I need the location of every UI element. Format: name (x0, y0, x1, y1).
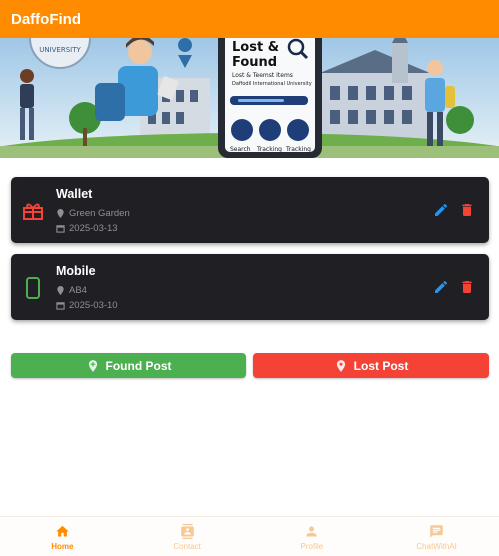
banner-subtitle-1: Lost & Teemst Items (232, 72, 293, 79)
bottom-navigation: Home Contact Profile ChatWithAI (0, 516, 499, 556)
nav-item-contact[interactable]: Contact (125, 517, 250, 556)
banner-feature-3: Tracking (285, 146, 311, 153)
nav-label-profile: Profile (300, 542, 324, 551)
nav-item-chat[interactable]: ChatWithAI (374, 517, 499, 556)
calendar-icon (56, 302, 65, 310)
post-title: Wallet (56, 187, 93, 201)
delete-icon[interactable] (459, 279, 475, 295)
nav-label-chat: ChatWithAI (416, 542, 457, 551)
gift-icon (23, 203, 43, 220)
banner-illustration: UNIVERSITY Lost & Found Lost & Teemst It… (0, 38, 499, 158)
nav-label-home: Home (51, 542, 74, 551)
add-location-icon (88, 359, 97, 372)
edit-icon[interactable] (433, 279, 449, 295)
post-location: Green Garden (56, 208, 130, 219)
app-title: DaffoFind (11, 10, 81, 28)
nav-item-profile[interactable]: Profile (250, 517, 375, 556)
banner-feature-1: Search (230, 146, 251, 153)
post-location-text: Green Garden (69, 208, 130, 219)
found-post-label: Found Post (105, 358, 172, 373)
post-date-text: 2025-03-13 (69, 223, 118, 234)
post-title: Mobile (56, 264, 96, 278)
person-icon (306, 526, 317, 537)
location-pin-icon (336, 359, 345, 372)
banner-heading-2: Found (232, 55, 277, 70)
location-pin-icon (57, 286, 64, 295)
post-card[interactable]: Wallet Green Garden 2025-03-13 (11, 177, 489, 243)
banner-heading-1: Lost & (232, 40, 279, 55)
delete-icon[interactable] (459, 202, 475, 218)
banner-feature-2: Tracking (256, 146, 282, 153)
edit-icon[interactable] (433, 202, 449, 218)
post-date-text: 2025-03-10 (69, 300, 118, 311)
calendar-icon (56, 225, 65, 233)
post-location: AB4 (56, 285, 87, 296)
post-date: 2025-03-13 (56, 223, 118, 234)
location-pin-icon (57, 209, 64, 218)
phone-icon (26, 277, 40, 299)
nav-label-contact: Contact (173, 542, 201, 551)
home-icon (56, 525, 69, 537)
lost-post-button[interactable]: Lost Post (253, 353, 489, 378)
lost-post-label: Lost Post (353, 358, 409, 373)
post-date: 2025-03-10 (56, 300, 118, 311)
contact-icon (180, 524, 194, 539)
post-location-text: AB4 (69, 285, 87, 296)
nav-item-home[interactable]: Home (0, 517, 125, 556)
post-card[interactable]: Mobile AB4 2025-03-10 (11, 254, 489, 320)
banner-badge-text: UNIVERSITY (39, 46, 81, 54)
app-bar: DaffoFind (0, 0, 499, 38)
found-post-button[interactable]: Found Post (11, 353, 246, 378)
banner-subtitle-2: Daffodil International University (232, 81, 312, 87)
chat-icon (430, 525, 443, 538)
